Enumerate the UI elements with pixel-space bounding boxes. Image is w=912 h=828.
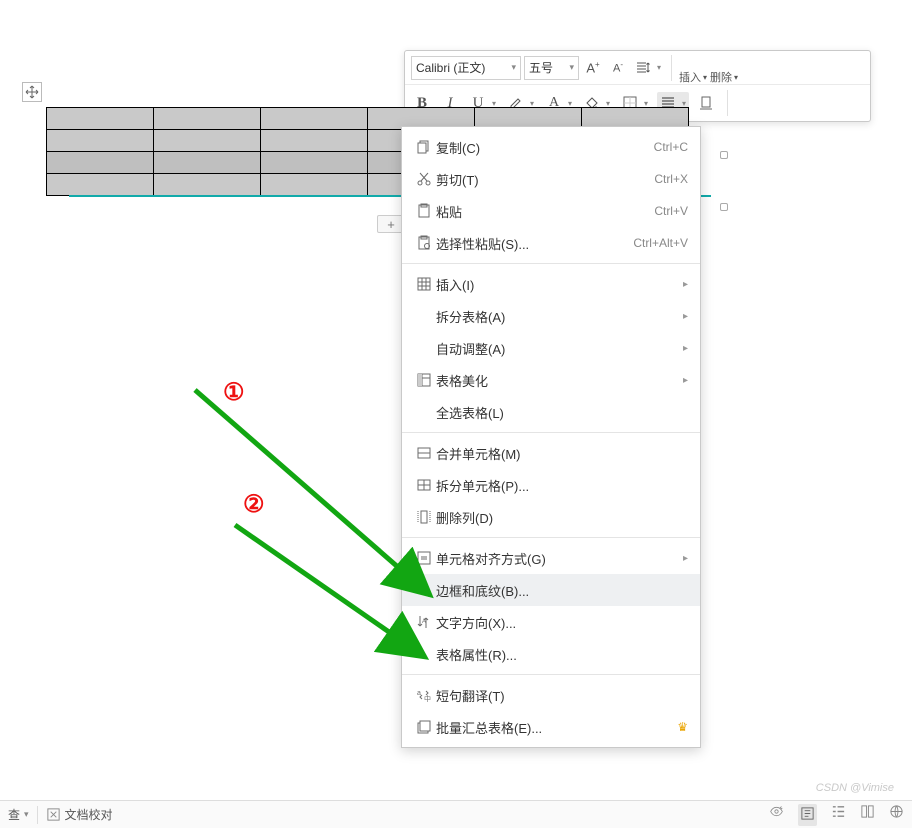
menu-text-direction[interactable]: A 文字方向(X)... bbox=[402, 606, 700, 638]
chevron-right-icon: ▸ bbox=[683, 553, 688, 564]
toolbar-row-1: Calibri (正文) ▾ 五号 ▾ A+ A- ▾ 插入▾ 删除▾ bbox=[405, 51, 870, 85]
table-handle[interactable] bbox=[720, 203, 728, 211]
menu-label: 剪切(T) bbox=[436, 170, 654, 189]
menu-shortcut: Ctrl+X bbox=[654, 172, 688, 186]
menu-split-table[interactable]: 拆分表格(A) ▸ bbox=[402, 300, 700, 332]
menu-separator bbox=[402, 432, 700, 433]
table-insert-group[interactable]: 插入▾ bbox=[679, 50, 707, 85]
status-bar: 查 ▾ 文档校对 bbox=[0, 800, 912, 828]
menu-insert[interactable]: 插入(I) ▸ bbox=[402, 268, 700, 300]
outline-view-icon[interactable] bbox=[831, 804, 846, 826]
separator bbox=[37, 806, 38, 824]
menu-cut[interactable]: 剪切(T) Ctrl+X bbox=[402, 163, 700, 195]
chevron-down-icon: ▾ bbox=[24, 809, 29, 820]
svg-text:中: 中 bbox=[424, 694, 431, 703]
copy-icon bbox=[412, 139, 436, 155]
menu-shortcut: Ctrl+V bbox=[654, 204, 688, 218]
menu-label: 粘贴 bbox=[436, 202, 654, 221]
reading-view-icon[interactable] bbox=[860, 804, 875, 826]
menu-label: 全选表格(L) bbox=[436, 403, 688, 422]
menu-shortcut: Ctrl+C bbox=[654, 140, 688, 154]
scissors-icon bbox=[412, 171, 436, 187]
annotation-arrow-2 bbox=[225, 515, 445, 670]
menu-copy[interactable]: 复制(C) Ctrl+C bbox=[402, 131, 700, 163]
increase-font-button[interactable]: A+ bbox=[582, 57, 604, 79]
annotation-marker-2: ② bbox=[243, 490, 265, 519]
chevron-right-icon: ▸ bbox=[683, 375, 688, 386]
menu-label: 自动调整(A) bbox=[436, 339, 683, 358]
table-handle[interactable] bbox=[720, 151, 728, 159]
line-spacing-button[interactable]: ▾ bbox=[632, 57, 664, 79]
menu-label: 选择性粘贴(S)... bbox=[436, 234, 633, 253]
menu-label: 删除列(D) bbox=[436, 508, 688, 527]
menu-auto-fit[interactable]: 自动调整(A) ▸ bbox=[402, 332, 700, 364]
menu-label: 单元格对齐方式(G) bbox=[436, 549, 683, 568]
chevron-down-icon: ▾ bbox=[511, 62, 516, 73]
page-view-icon[interactable] bbox=[798, 804, 817, 826]
status-proofread[interactable]: 文档校对 bbox=[46, 806, 113, 823]
clipboard-icon bbox=[412, 203, 436, 219]
menu-translate[interactable]: a中 短句翻译(T) bbox=[402, 679, 700, 711]
decrease-font-button[interactable]: A- bbox=[607, 57, 629, 79]
menu-separator bbox=[402, 263, 700, 264]
font-size-value: 五号 bbox=[529, 59, 553, 76]
translate-icon: a中 bbox=[412, 687, 436, 703]
status-check[interactable]: 查 ▾ bbox=[8, 806, 29, 823]
menu-delete-column[interactable]: 删除列(D) bbox=[402, 501, 700, 533]
table-context-menu: 复制(C) Ctrl+C 剪切(T) Ctrl+X 粘贴 Ctrl+V 选择性粘… bbox=[401, 126, 701, 748]
proofread-icon bbox=[46, 807, 61, 822]
insert-label: 插入 bbox=[679, 69, 701, 85]
batch-table-icon bbox=[412, 719, 436, 735]
font-size-select[interactable]: 五号 ▾ bbox=[524, 56, 579, 80]
font-family-select[interactable]: Calibri (正文) ▾ bbox=[411, 56, 521, 80]
menu-select-all-table[interactable]: 全选表格(L) bbox=[402, 396, 700, 428]
table-delete-group[interactable]: 删除▾ bbox=[710, 50, 738, 85]
eye-icon[interactable] bbox=[769, 804, 784, 826]
clipboard-special-icon bbox=[412, 235, 436, 251]
menu-label: 复制(C) bbox=[436, 138, 654, 157]
table-right-handles bbox=[720, 149, 732, 217]
menu-label: 边框和底纹(B)... bbox=[436, 581, 688, 600]
separator bbox=[727, 90, 728, 116]
menu-label: 短句翻译(T) bbox=[436, 686, 688, 705]
status-check-label: 查 bbox=[8, 806, 20, 823]
menu-label: 文字方向(X)... bbox=[436, 613, 688, 632]
annotation-marker-1: ① bbox=[223, 378, 245, 407]
table-icon bbox=[412, 276, 436, 292]
menu-table-props[interactable]: 表格属性(R)... bbox=[402, 638, 700, 670]
menu-cell-align[interactable]: 单元格对齐方式(G) ▸ bbox=[402, 542, 700, 574]
menu-split-cells[interactable]: 拆分单元格(P)... bbox=[402, 469, 700, 501]
separator bbox=[671, 55, 672, 81]
menu-paste[interactable]: 粘贴 Ctrl+V bbox=[402, 195, 700, 227]
menu-label: 插入(I) bbox=[436, 275, 683, 294]
delete-label: 删除 bbox=[710, 69, 732, 85]
menu-label: 表格美化 bbox=[436, 371, 683, 390]
menu-label: 拆分表格(A) bbox=[436, 307, 683, 326]
menu-separator bbox=[402, 674, 700, 675]
chevron-right-icon: ▸ bbox=[683, 279, 688, 290]
menu-shortcut: Ctrl+Alt+V bbox=[633, 236, 688, 250]
proofread-label: 文档校对 bbox=[65, 806, 113, 823]
table-move-handle[interactable] bbox=[22, 82, 42, 102]
crown-icon: ♛ bbox=[677, 720, 688, 734]
vertical-align-button[interactable] bbox=[695, 92, 717, 114]
web-view-icon[interactable] bbox=[889, 804, 904, 826]
chevron-right-icon: ▸ bbox=[683, 343, 688, 354]
font-family-value: Calibri (正文) bbox=[416, 59, 485, 76]
status-right-icons bbox=[769, 804, 904, 826]
watermark-text: CSDN @Vimise bbox=[816, 782, 894, 794]
chevron-down-icon: ▾ bbox=[569, 62, 574, 73]
menu-label: 表格属性(R)... bbox=[436, 645, 688, 664]
menu-label: 批量汇总表格(E)... bbox=[436, 718, 671, 737]
menu-separator bbox=[402, 537, 700, 538]
menu-batch-summary[interactable]: 批量汇总表格(E)... ♛ bbox=[402, 711, 700, 743]
menu-borders-shading[interactable]: 边框和底纹(B)... bbox=[402, 574, 700, 606]
menu-label: 合并单元格(M) bbox=[436, 444, 688, 463]
chevron-right-icon: ▸ bbox=[683, 311, 688, 322]
menu-paste-special[interactable]: 选择性粘贴(S)... Ctrl+Alt+V bbox=[402, 227, 700, 259]
menu-label: 拆分单元格(P)... bbox=[436, 476, 688, 495]
menu-merge-cells[interactable]: 合并单元格(M) bbox=[402, 437, 700, 469]
menu-table-beautify[interactable]: 表格美化 ▸ bbox=[402, 364, 700, 396]
